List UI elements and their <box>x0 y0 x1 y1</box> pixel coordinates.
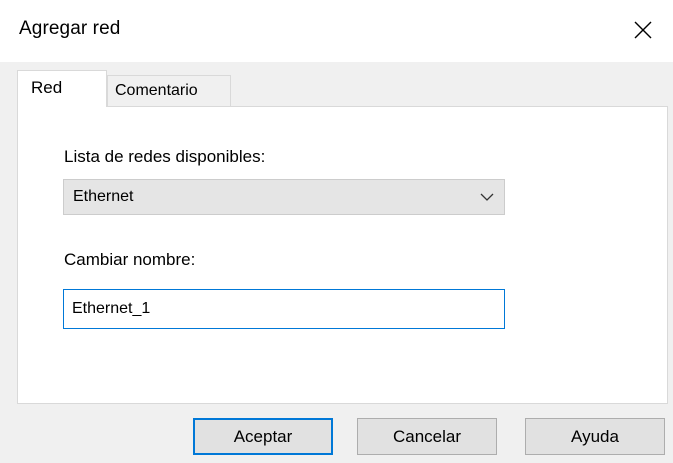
rename-input[interactable]: Ethernet_1 <box>63 289 505 329</box>
rename-input-value: Ethernet_1 <box>72 300 151 317</box>
tab-panel-red: Lista de redes disponibles: Ethernet Cam… <box>17 106 668 404</box>
network-select-value: Ethernet <box>73 188 134 205</box>
tab-red-label: Red <box>31 78 63 97</box>
close-icon <box>634 21 652 39</box>
dialog-title: Agregar red <box>19 18 121 39</box>
networks-list-label: Lista de redes disponibles: <box>64 147 266 166</box>
close-button[interactable] <box>625 12 661 48</box>
tab-comentario[interactable]: Comentario <box>107 75 231 106</box>
rename-label: Cambiar nombre: <box>64 250 196 269</box>
cancel-button[interactable]: Cancelar <box>357 418 497 455</box>
tab-red[interactable]: Red <box>17 70 107 107</box>
network-select[interactable]: Ethernet <box>63 179 505 215</box>
chevron-down-icon <box>480 193 494 201</box>
title-bar: Agregar red <box>0 0 673 62</box>
accept-button[interactable]: Aceptar <box>193 418 333 455</box>
add-network-dialog: Agregar red Red Comentario Lista de rede… <box>0 0 673 463</box>
help-button[interactable]: Ayuda <box>525 418 665 455</box>
tab-comentario-label: Comentario <box>115 82 198 99</box>
